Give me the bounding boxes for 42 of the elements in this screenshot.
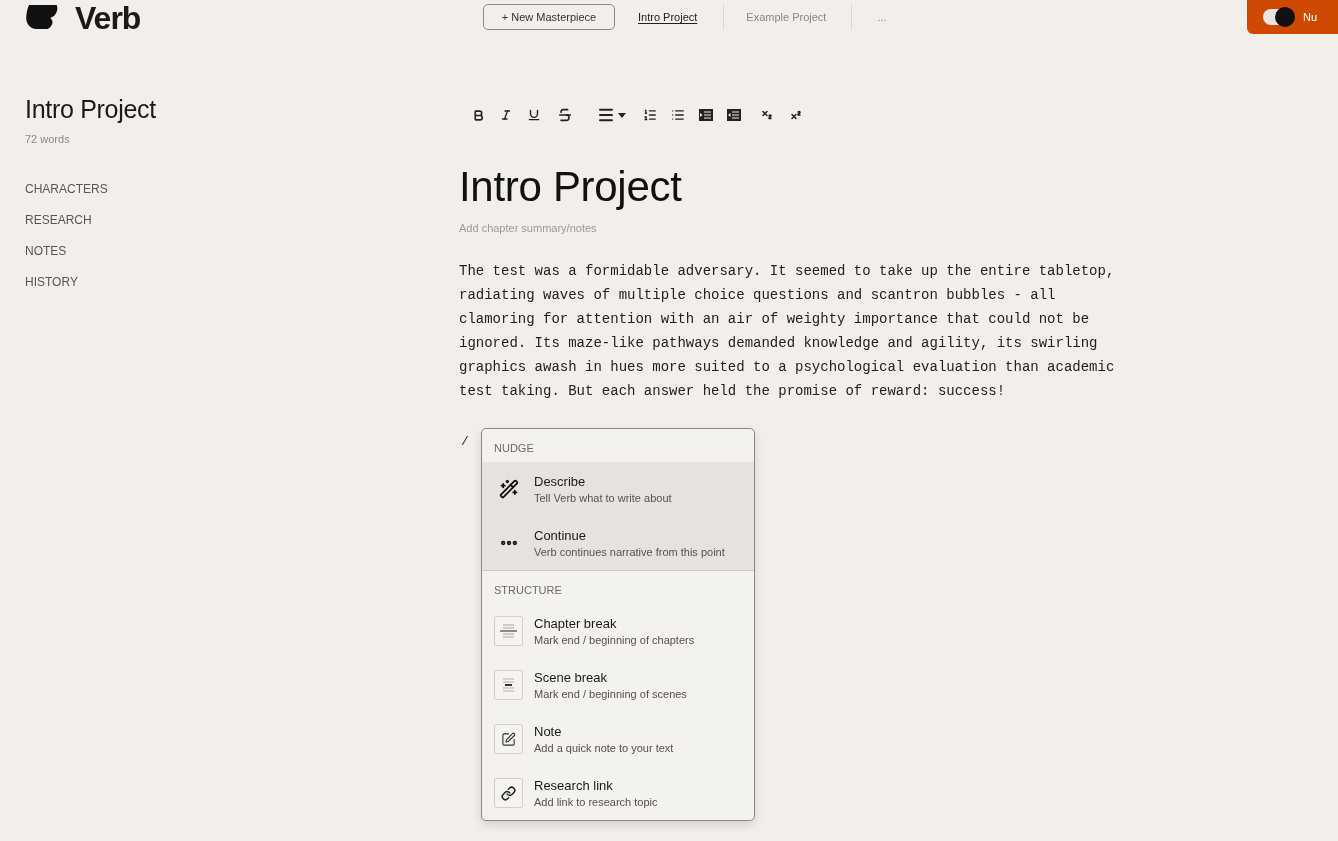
underline-icon	[527, 108, 541, 122]
more-button[interactable]: ...	[877, 10, 887, 24]
menu-item[interactable]: Scene break Mark end / beginning of scenes	[482, 658, 754, 712]
new-masterpiece-button[interactable]: + New Masterpiece	[483, 4, 615, 30]
typed-slash: /	[461, 434, 469, 449]
link-icon	[494, 778, 523, 808]
menu-section-label: NUDGE	[493, 441, 535, 456]
menu-item[interactable]: Chapter break Mark end / beginning of chapters	[482, 604, 754, 658]
nudge-toggle-button[interactable]: Nu	[1247, 0, 1338, 34]
strikethrough-icon	[557, 107, 573, 123]
project-title: Intro Project	[25, 95, 156, 123]
outdent-icon	[727, 109, 741, 121]
menu-item[interactable]: Note Add a quick note to your text	[482, 712, 754, 766]
logo-text: Verb	[75, 1, 141, 35]
sidebar-item[interactable]: NOTES	[25, 244, 67, 259]
note-icon	[494, 724, 523, 754]
logo-icon	[25, 5, 59, 29]
sidebar-item[interactable]: CHARACTERS	[25, 182, 108, 197]
project-tab[interactable]: Intro Project	[638, 10, 698, 24]
chapter-break-icon	[494, 616, 523, 646]
menu-item[interactable]: Describe Tell Verb what to write about	[482, 462, 754, 516]
bullet-list-icon	[671, 108, 685, 122]
sidebar-item[interactable]: RESEARCH	[25, 213, 92, 228]
toggle-icon	[1263, 7, 1297, 27]
word-count: 72 words	[25, 133, 70, 146]
subscript-icon	[761, 109, 773, 121]
sidebar-item[interactable]: HISTORY	[25, 275, 78, 290]
chapter-title: Intro Project	[459, 163, 682, 211]
body-text: The test was a formidable adversary. It seemed to take up the entire tabletop, radiating waves of multiple choice questions and scantron bubbles - all clamoring for attention with an air of weighty importance that could not be ignored. Its maze-like pathways demanded knowledge and agility, its swirling graphics awash in hues more suited to a psychological evaluation than academic test taking. But each answer held the promise of reward: success!	[459, 262, 1116, 401]
superscript-icon	[790, 109, 802, 121]
magic-wand-icon	[498, 479, 519, 499]
menu-item[interactable]: Continue Verb continues narrative from this point	[482, 516, 754, 570]
scene-break-icon	[494, 670, 523, 700]
align-icon	[596, 106, 615, 124]
summary-field[interactable]: Add chapter summary/notes	[459, 219, 859, 237]
ordered-list-icon	[643, 108, 657, 122]
menu-item[interactable]: Research link Add link to research topic	[482, 766, 754, 820]
indent-icon	[699, 109, 713, 121]
caret-icon	[617, 112, 626, 118]
bold-icon	[471, 108, 485, 122]
italic-icon	[500, 109, 512, 121]
menu-section-label: STRUCTURE	[493, 583, 563, 598]
